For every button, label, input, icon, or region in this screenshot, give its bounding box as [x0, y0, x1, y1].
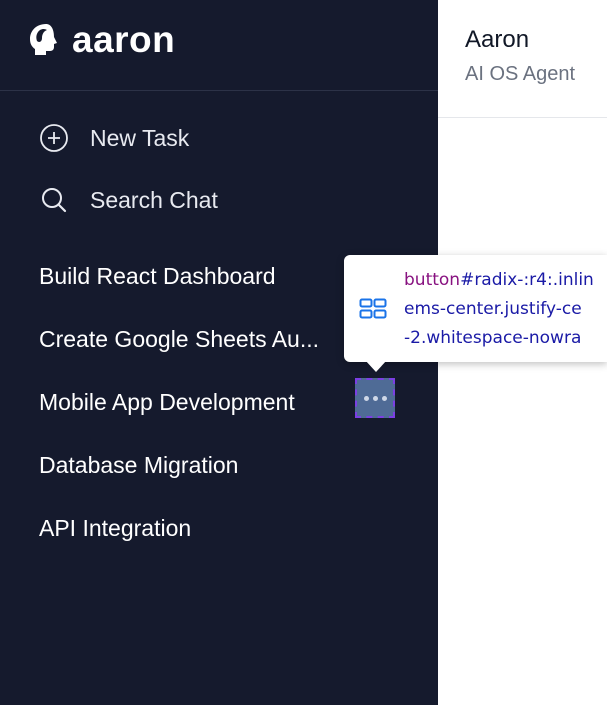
inspector-selector-text: button#radix-:r4:.inlin ems-center.justi… [404, 266, 607, 353]
brand-name: aaron [72, 19, 176, 60]
chat-header: Aaron AI OS Agent [438, 0, 607, 118]
inspector-line-3: -2.whitespace-nowra [404, 328, 582, 348]
layout-grid-icon [359, 298, 387, 319]
inspector-tag-name: button [404, 270, 461, 290]
inspector-selector-part-1: #radix-:r4:.inlin [460, 270, 594, 290]
chat-options-button[interactable] [355, 378, 395, 418]
devtools-inspector-tooltip: button#radix-:r4:.inlin ems-center.justi… [344, 255, 607, 362]
agent-name: Aaron [465, 26, 530, 53]
head-profile-icon [30, 24, 57, 55]
brand-logo[interactable]: aaron [26, 20, 175, 60]
new-task-label: New Task [90, 124, 190, 151]
chat-item-mobile-app-development[interactable]: Mobile App Development [39, 384, 349, 420]
search-chat-button[interactable]: Search Chat [38, 180, 218, 220]
plus-circle-icon [40, 124, 68, 152]
chat-item-build-react-dashboard[interactable]: Build React Dashboard [39, 258, 349, 294]
search-chat-label: Search Chat [90, 186, 218, 213]
chat-item-database-migration[interactable]: Database Migration [39, 447, 349, 483]
ellipsis-icon [363, 395, 387, 401]
inspector-tooltip-arrow [365, 360, 387, 372]
chat-item-api-integration[interactable]: API Integration [39, 510, 349, 546]
chat-item-create-google-sheets[interactable]: Create Google Sheets Au... [39, 321, 349, 357]
new-task-button[interactable]: New Task [38, 118, 189, 158]
inspector-line-2: ems-center.justify-ce [404, 299, 582, 319]
sidebar-divider [0, 90, 438, 91]
search-icon [42, 188, 67, 213]
agent-subtitle: AI OS Agent [465, 63, 576, 85]
inspector-line-1: button#radix-:r4:.inlin [404, 266, 607, 295]
app-window: aaron New Task Search Chat Build React D… [0, 0, 607, 705]
